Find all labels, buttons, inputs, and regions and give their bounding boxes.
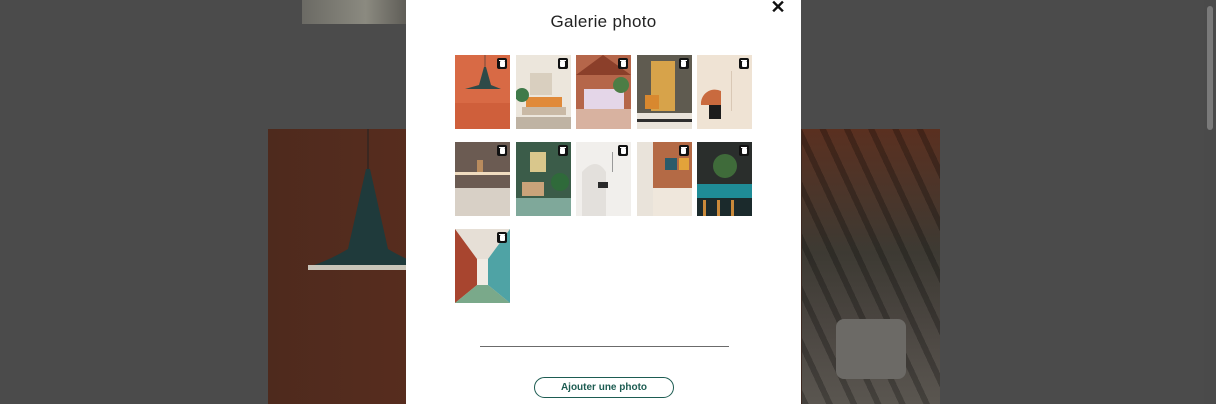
trash-icon[interactable] xyxy=(678,58,689,69)
gallery-photo[interactable] xyxy=(455,229,510,303)
modal-title: Galerie photo xyxy=(550,12,657,31)
divider xyxy=(480,346,729,347)
gallery-photo[interactable] xyxy=(455,142,510,216)
page-scrollbar[interactable] xyxy=(1204,0,1216,404)
trash-icon[interactable] xyxy=(497,145,507,156)
trash-icon[interactable] xyxy=(618,145,628,156)
background-thumbnail xyxy=(302,0,408,24)
photo-grid xyxy=(455,55,755,303)
gallery-photo[interactable] xyxy=(576,55,631,129)
gallery-photo[interactable] xyxy=(636,55,692,129)
background-chair xyxy=(836,319,906,379)
gallery-photo[interactable] xyxy=(636,142,692,216)
gallery-photo[interactable] xyxy=(697,142,752,216)
gallery-photo[interactable] xyxy=(697,55,752,129)
gallery-photo[interactable] xyxy=(515,55,571,129)
trash-icon[interactable] xyxy=(497,232,507,243)
trash-icon[interactable] xyxy=(497,58,507,69)
add-photo-button[interactable]: Ajouter une photo xyxy=(534,377,674,398)
gallery-photo[interactable] xyxy=(515,142,571,216)
trash-icon[interactable] xyxy=(739,145,749,156)
trash-icon[interactable] xyxy=(618,58,628,69)
trash-icon[interactable] xyxy=(557,145,568,156)
scrollbar-thumb[interactable] xyxy=(1207,6,1213,130)
trash-icon[interactable] xyxy=(739,58,749,69)
gallery-photo[interactable] xyxy=(576,142,631,216)
photo-gallery-modal: ✕ Galerie photo Ajouter une photo xyxy=(406,0,801,404)
trash-icon[interactable] xyxy=(557,58,568,69)
gallery-photo[interactable] xyxy=(455,55,510,129)
trash-icon[interactable] xyxy=(678,145,689,156)
